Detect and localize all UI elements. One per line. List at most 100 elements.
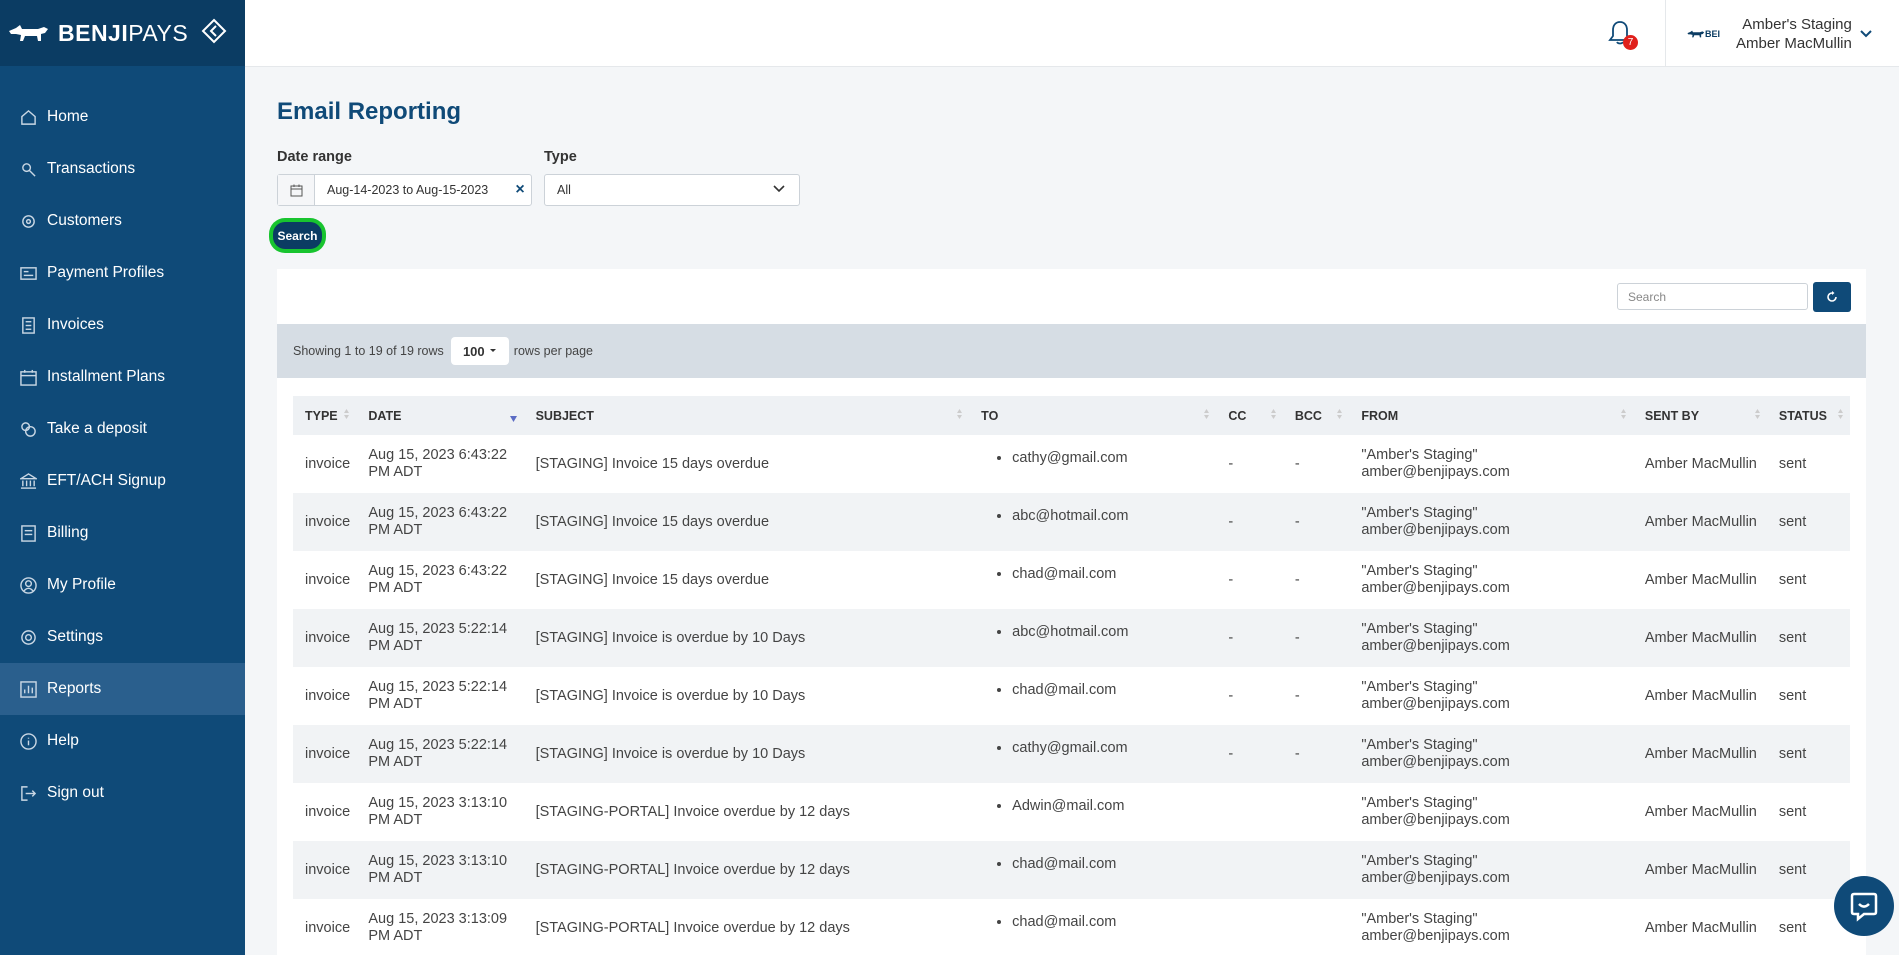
cell-status: sent [1778, 687, 1807, 704]
table-search-input[interactable] [1617, 283, 1808, 310]
cell-to: chad@mail.com [969, 551, 1216, 609]
cell-date: Aug 15, 2023 6:43:22 PM ADT [368, 447, 508, 480]
sidebar-item-take-a-deposit[interactable]: Take a deposit [0, 403, 245, 455]
cell-to: cathy@gmail.com [969, 725, 1216, 783]
column-header-label: DATE [368, 408, 402, 423]
brand-name-light: PAYS [128, 19, 189, 46]
sidebar-item-transactions[interactable]: Transactions [0, 143, 245, 195]
cell-status: sent [1778, 513, 1807, 530]
sidebar-item-home[interactable]: Home [0, 91, 245, 143]
sidebar-item-customers[interactable]: Customers [0, 195, 245, 247]
recipient-email: chad@mail.com [1012, 856, 1216, 873]
column-header-from[interactable]: FROM [1349, 396, 1633, 435]
sidebar-item-payment-profiles[interactable]: Payment Profiles [0, 247, 245, 299]
date-range-label: Date range [277, 149, 352, 165]
sidebar-item-help[interactable]: Help [0, 715, 245, 767]
account-info: Amber's Staging Amber MacMullin [1736, 15, 1852, 53]
sidebar-item-label: Sign out [47, 784, 104, 801]
cell-sent-by: Amber MacMullin [1644, 803, 1757, 820]
sidebar-item-reports[interactable]: Reports [0, 663, 245, 715]
column-header-label: FROM [1361, 408, 1399, 423]
sidebar-item-invoices[interactable]: Invoices [0, 299, 245, 351]
search-button[interactable]: Search [273, 222, 322, 249]
sidebar-item-settings[interactable]: Settings [0, 611, 245, 663]
column-header-date[interactable]: DATE [356, 396, 523, 435]
cell-type: invoice [305, 861, 351, 878]
cell-bcc [1283, 783, 1349, 841]
transactions-icon [19, 160, 37, 178]
cell-to: Adwin@mail.com [969, 783, 1216, 841]
cell-subject: [STAGING] Invoice is overdue by 10 Days [535, 745, 806, 762]
cell-to: cathy@gmail.com [969, 435, 1216, 493]
table-row[interactable]: invoice Aug 15, 2023 3:13:09 PM ADT [STAGI… [293, 899, 1850, 955]
column-header-type[interactable]: TYPE [293, 396, 356, 435]
sidebar-item-sign-out[interactable]: Sign out [0, 767, 245, 819]
cell-status: sent [1778, 629, 1807, 646]
help-chat-button[interactable] [1834, 876, 1894, 936]
reports-icon [19, 680, 37, 698]
type-select[interactable]: All [544, 174, 800, 206]
refresh-button[interactable] [1813, 282, 1851, 312]
recipient-email: cathy@gmail.com [1012, 740, 1216, 757]
table-row[interactable]: invoice Aug 15, 2023 5:22:14 PM ADT [STAGI… [293, 609, 1850, 667]
from-name: "Amber's Staging" [1361, 679, 1478, 695]
account-logo-text: BEI [1705, 28, 1721, 39]
cell-from: "Amber's Staging" amber@benjipays.com [1349, 783, 1633, 841]
from-name: "Amber's Staging" [1361, 737, 1478, 753]
page-title: Email Reporting [277, 98, 462, 125]
table-row[interactable]: invoice Aug 15, 2023 5:22:14 PM ADT [STAGI… [293, 725, 1850, 783]
billing-icon [19, 524, 37, 542]
date-range-field[interactable]: Aug-14-2023 to Aug-15-2023 × [277, 174, 532, 206]
calendar-icon[interactable] [278, 175, 315, 205]
cell-from: "Amber's Staging" amber@benjipays.com [1349, 551, 1633, 609]
sort-icon [343, 408, 350, 423]
table-row[interactable]: invoice Aug 15, 2023 6:43:22 PM ADT [STAGI… [293, 435, 1850, 493]
sidebar-item-label: Invoices [47, 316, 104, 333]
table-row[interactable]: invoice Aug 15, 2023 3:13:10 PM ADT [STAGI… [293, 783, 1850, 841]
from-name: "Amber's Staging" [1361, 563, 1478, 579]
cell-status: sent [1778, 455, 1807, 472]
column-header-status[interactable]: STATUS [1767, 396, 1850, 435]
table-row[interactable]: invoice Aug 15, 2023 3:13:10 PM ADT [STAGI… [293, 841, 1850, 899]
sidebar-item-label: Customers [47, 212, 122, 229]
report-table-panel: Showing 1 to 19 of 19 rows 100 rows per … [277, 269, 1866, 955]
sidebar-item-installment-plans[interactable]: Installment Plans [0, 351, 245, 403]
clear-date-icon[interactable]: × [509, 181, 531, 199]
gear-icon [19, 628, 37, 646]
table-row[interactable]: invoice Aug 15, 2023 6:43:22 PM ADT [STAGI… [293, 493, 1850, 551]
table-row[interactable]: invoice Aug 15, 2023 6:43:22 PM ADT [STAGI… [293, 551, 1850, 609]
sidebar-item-my-profile[interactable]: My Profile [0, 559, 245, 611]
chevron-down-icon [1860, 29, 1872, 37]
from-name: "Amber's Staging" [1361, 621, 1478, 637]
sidebar-toggle-button[interactable] [199, 16, 229, 46]
date-range-value[interactable]: Aug-14-2023 to Aug-15-2023 [327, 183, 509, 197]
recipient-email: chad@mail.com [1012, 566, 1216, 583]
notifications-button[interactable]: 7 [1608, 20, 1638, 50]
column-header-bcc[interactable]: BCC [1283, 396, 1349, 435]
column-header-label: CC [1228, 408, 1247, 423]
column-header-sent-by[interactable]: SENT BY [1633, 396, 1767, 435]
sidebar-item-billing[interactable]: Billing [0, 507, 245, 559]
rows-per-page-select[interactable]: 100 [450, 337, 509, 365]
sidebar-item-label: Transactions [47, 160, 136, 177]
brand-logo[interactable]: BENJIPAYS [8, 20, 188, 47]
sort-desc-icon [509, 412, 518, 426]
account-menu[interactable]: BEI Amber's Staging Amber MacMullin [1670, 0, 1899, 67]
cell-type: invoice [305, 745, 351, 762]
recipient-email: abc@hotmail.com [1012, 624, 1216, 641]
column-header-to[interactable]: TO [969, 396, 1216, 435]
column-header-subject[interactable]: SUBJECT [524, 396, 970, 435]
cell-sent-by: Amber MacMullin [1644, 745, 1757, 762]
cell-sent-by: Amber MacMullin [1644, 629, 1757, 646]
sidebar-item-eft-ach-signup[interactable]: EFT/ACH Signup [0, 455, 245, 507]
sidebar-item-label: Payment Profiles [47, 264, 165, 281]
column-header-cc[interactable]: CC [1216, 396, 1282, 435]
caret-down-icon [489, 349, 496, 352]
collapse-icon [201, 18, 227, 44]
cell-to: abc@hotmail.com [969, 493, 1216, 551]
cell-cc [1216, 899, 1282, 955]
table-row[interactable]: invoice Aug 15, 2023 5:22:14 PM ADT [STAGI… [293, 667, 1850, 725]
cell-cc: - [1228, 513, 1234, 530]
main-content: Email Reporting Date range Aug-14-2023 t… [245, 67, 1899, 955]
rows-per-page-value: 100 [462, 343, 485, 359]
